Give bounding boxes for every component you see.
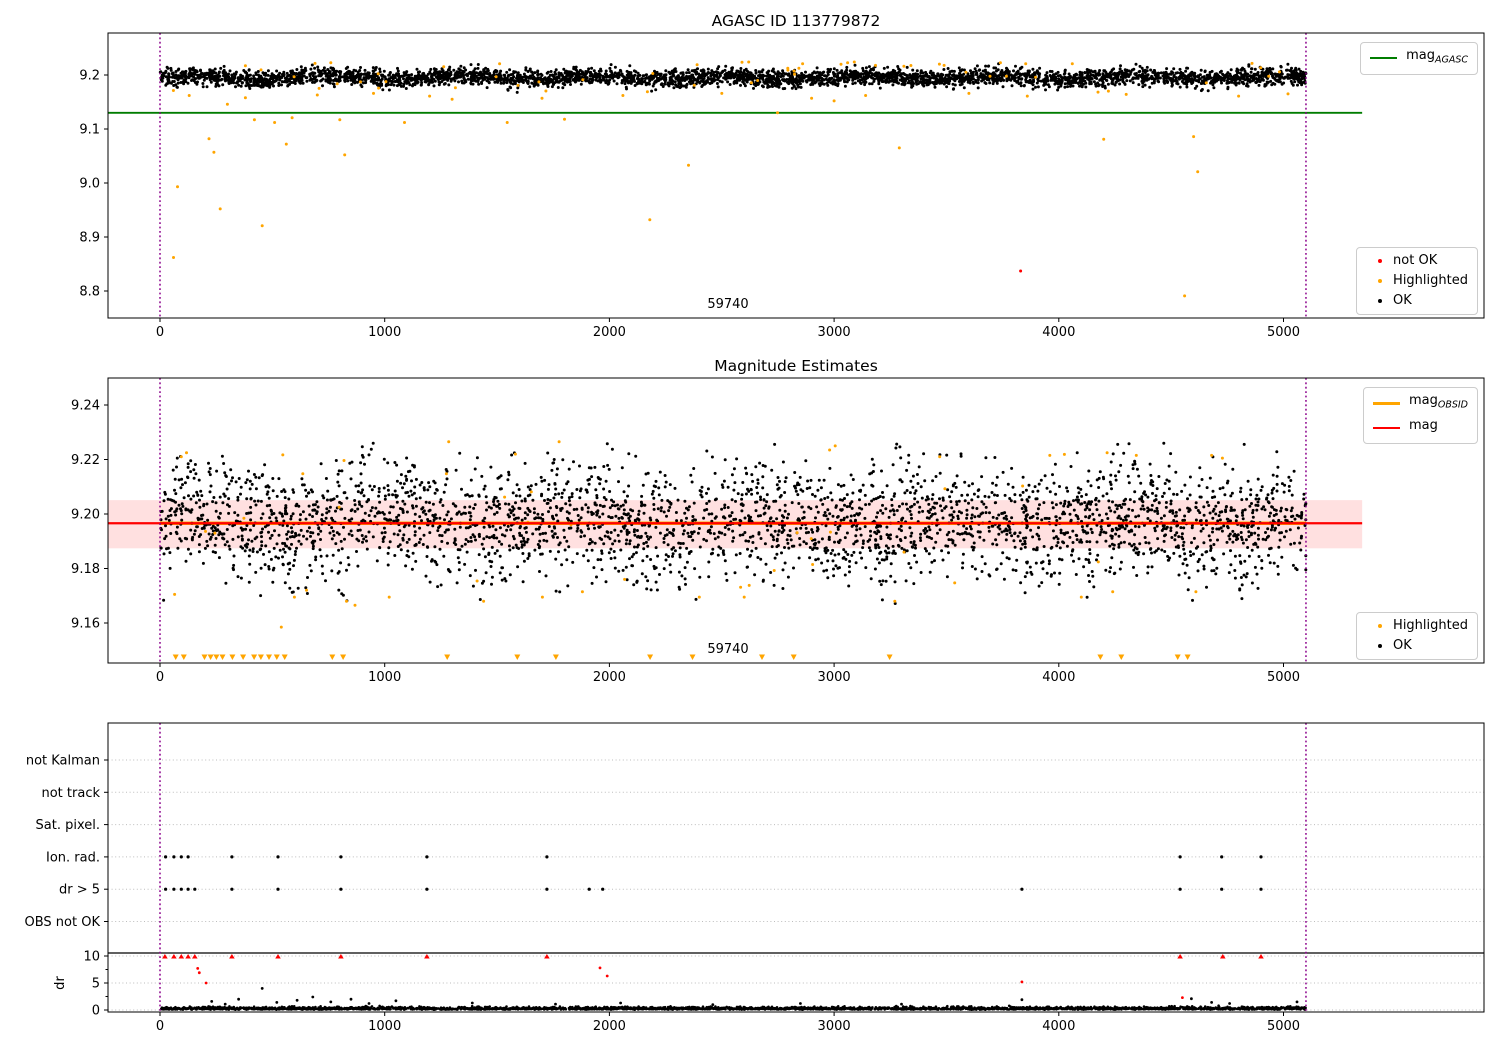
x-tick-label: 0 bbox=[156, 325, 164, 340]
legend-row-mag-agasc: magAGASC bbox=[1370, 48, 1468, 69]
x-tick-label: 4000 bbox=[1042, 670, 1075, 685]
plot3-frame bbox=[107, 722, 1485, 1013]
not-ok-marker bbox=[1378, 259, 1383, 263]
mag-obsid-line-sample bbox=[1372, 401, 1400, 405]
category-label: Ion. rad. bbox=[46, 850, 100, 865]
y-tick-label: 9.24 bbox=[71, 399, 100, 414]
category-label: dr > 5 bbox=[59, 883, 100, 898]
x-tick-label: 0 bbox=[156, 1019, 164, 1034]
ok-marker bbox=[1378, 299, 1383, 303]
y-tick-label: 9.1 bbox=[79, 123, 100, 138]
category-label: Sat. pixel. bbox=[36, 818, 100, 833]
plot1-obsid-label: 59740 bbox=[707, 297, 749, 312]
mag-agasc-label: magAGASC bbox=[1406, 48, 1468, 66]
legend-row-ok-2: OK bbox=[1366, 638, 1468, 654]
legend-row-highlighted: Highlighted bbox=[1366, 273, 1468, 289]
dr-points bbox=[159, 1004, 1307, 1011]
legend-row-not-ok: not OK bbox=[1366, 253, 1468, 269]
x-tick-label: 4000 bbox=[1042, 325, 1075, 340]
legend-row-highlighted-2: Highlighted bbox=[1366, 618, 1468, 634]
x-tick-label: 5000 bbox=[1267, 1019, 1300, 1034]
x-tick-label: 3000 bbox=[818, 1019, 851, 1034]
highlighted-label-2: Highlighted bbox=[1393, 618, 1468, 633]
y-tick-label: 9.22 bbox=[71, 453, 100, 468]
dr-tick-label: 0 bbox=[92, 1004, 100, 1019]
y-tick-label: 9.2 bbox=[79, 69, 100, 84]
y-tick-label: 9.18 bbox=[71, 562, 100, 577]
mag-agasc-line-sample bbox=[1370, 57, 1398, 60]
ok-label: OK bbox=[1393, 293, 1412, 308]
plot-canvas: 0 1000 2000 3000 4000 50008.88.99.09.19.20 100… bbox=[25, 32, 1485, 1034]
x-tick-label: 1000 bbox=[368, 670, 401, 685]
plot1-points-legend: not OK Highlighted OK bbox=[1356, 247, 1478, 315]
dr-tick-label: 5 bbox=[92, 977, 100, 992]
category-label: OBS not OK bbox=[25, 915, 101, 930]
ok-label-2: OK bbox=[1393, 638, 1412, 653]
ok-marker-2 bbox=[1378, 644, 1383, 648]
plot2-points-legend: Highlighted OK bbox=[1356, 612, 1478, 660]
mag-line-sample bbox=[1372, 426, 1400, 429]
p2-below-range-markers bbox=[172, 654, 1191, 660]
plot2-obsid-label: 59740 bbox=[707, 642, 749, 657]
legend-row-mag: mag bbox=[1372, 417, 1468, 439]
x-tick-label: 0 bbox=[156, 670, 164, 685]
dr-axis-label: dr bbox=[53, 976, 68, 990]
legend-row-mag-obsid: magOBSID bbox=[1372, 393, 1468, 414]
mag-label: mag bbox=[1408, 417, 1438, 433]
legend-row-ok: OK bbox=[1366, 293, 1468, 309]
dr-spike-points bbox=[210, 987, 1299, 1006]
plot2-title: Magnitude Estimates bbox=[714, 357, 878, 375]
y-tick-label: 9.0 bbox=[79, 177, 100, 192]
y-tick-label: 8.9 bbox=[79, 231, 100, 246]
x-tick-label: 2000 bbox=[593, 1019, 626, 1034]
y-tick-label: 9.16 bbox=[71, 617, 100, 632]
x-tick-label: 5000 bbox=[1267, 670, 1300, 685]
mag-obsid-label: magOBSID bbox=[1408, 393, 1468, 411]
highlighted-marker bbox=[1378, 279, 1383, 283]
x-tick-label: 2000 bbox=[593, 325, 626, 340]
p1-ok-points bbox=[158, 62, 1308, 94]
plot1-line-legend: magAGASC bbox=[1360, 42, 1478, 75]
category-label: not Kalman bbox=[26, 754, 100, 769]
x-tick-label: 1000 bbox=[368, 1019, 401, 1034]
x-tick-label: 4000 bbox=[1042, 1019, 1075, 1034]
not-ok-label: not OK bbox=[1393, 253, 1438, 268]
y-tick-label: 9.20 bbox=[71, 508, 100, 523]
p1-highlighted-points bbox=[171, 60, 1290, 298]
x-tick-label: 3000 bbox=[818, 670, 851, 685]
x-tick-label: 2000 bbox=[593, 670, 626, 685]
highlighted-label: Highlighted bbox=[1393, 273, 1468, 288]
x-tick-label: 5000 bbox=[1267, 325, 1300, 340]
plot1-title: AGASC ID 113779872 bbox=[711, 12, 881, 30]
dr-red-points bbox=[196, 966, 1184, 999]
x-tick-label: 3000 bbox=[818, 325, 851, 340]
y-tick-label: 8.8 bbox=[79, 285, 100, 300]
dr-tick-label: 10 bbox=[83, 950, 100, 965]
figure: 0 1000 2000 3000 4000 5000 8.8 8.9 9.0 9.1 9.2 0 100… bbox=[0, 0, 1500, 1050]
plot2-line-legend: magOBSID mag bbox=[1362, 387, 1478, 445]
x-tick-label: 1000 bbox=[368, 325, 401, 340]
highlighted-marker-2 bbox=[1378, 624, 1383, 628]
category-label: not track bbox=[41, 786, 100, 801]
